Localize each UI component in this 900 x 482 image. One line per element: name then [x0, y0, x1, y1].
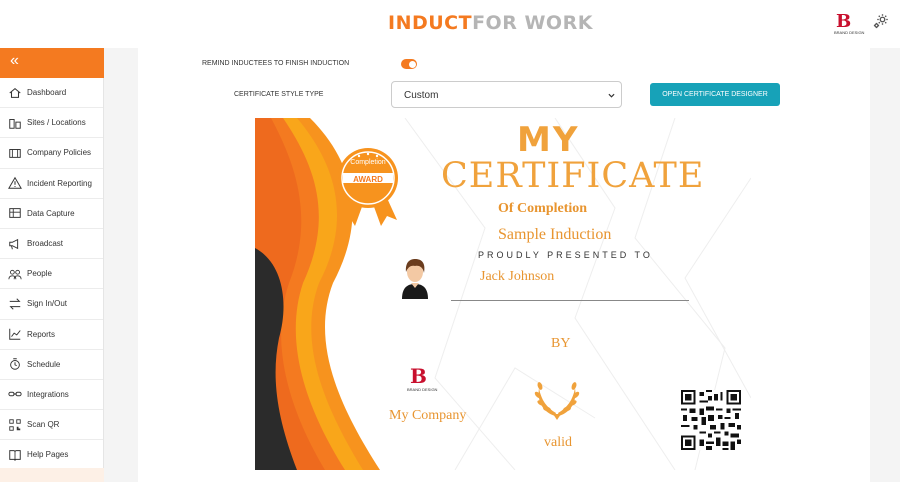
sidebar-item-label: People — [27, 269, 52, 279]
sidebar-item-help-pages[interactable]: Help Pages — [0, 440, 103, 471]
sidebar-item-incident-reporting[interactable]: Incident Reporting — [0, 169, 103, 199]
integrations-icon — [8, 392, 22, 397]
main-content: REMIND INDUCTEES TO FINISH INDUCTION CER… — [138, 48, 870, 482]
remind-inductees-toggle[interactable] — [401, 59, 417, 69]
sidebar-item-label: Dashboard — [27, 88, 67, 98]
certificate-preview: Completion AWARD MY CERTIFICATE Of Compl… — [255, 118, 751, 470]
sites-icon — [9, 118, 21, 129]
sidebar-item-label: Schedule — [27, 359, 61, 369]
data-capture-icon — [9, 208, 21, 219]
sidebar-item-people[interactable]: People — [0, 259, 103, 290]
badge-award-text: AWARD — [353, 175, 383, 184]
sidebar-item-broadcast[interactable]: Broadcast — [0, 229, 103, 260]
people-icon — [8, 269, 22, 279]
logo-part-for-work: FOR WORK — [472, 12, 593, 34]
right-gutter — [870, 48, 900, 482]
policies-icon — [9, 148, 21, 158]
certificate-style-select[interactable]: Custom — [391, 81, 622, 108]
app-logo[interactable]: INDUCTFOR WORK — [388, 12, 593, 34]
sidebar-item-label: Broadcast — [27, 239, 64, 249]
brand-logo[interactable]: B BRAND DESIGN — [834, 11, 864, 36]
sidebar-item-sites-locations[interactable]: Sites / Locations — [0, 108, 103, 139]
sidebar-item-sign-in-out[interactable]: Sign In/Out — [0, 289, 103, 320]
sidebar-item-label: Reports — [27, 329, 56, 339]
laurel-wreath-icon — [534, 382, 580, 420]
sidebar-item-label: Incident Reporting — [27, 178, 92, 188]
certificate-style-value: Custom — [404, 90, 439, 101]
sidebar: « Dashboard Sites / Locations Company Po… — [0, 48, 104, 482]
brand-logo-caption: BRAND DESIGN — [834, 30, 865, 35]
recipient-avatar — [402, 259, 428, 299]
megaphone-icon — [9, 238, 19, 249]
book-icon — [9, 449, 21, 461]
sidebar-item-company-policies[interactable]: Company Policies — [0, 138, 103, 169]
logo-part-induct: INDUCT — [388, 12, 473, 34]
signature-line — [451, 300, 689, 301]
brand-logo-letter: B — [836, 11, 852, 32]
company-logo-caption: BRAND DESIGN — [407, 387, 438, 392]
sidebar-item-label: Data Capture — [27, 208, 75, 218]
sidebar-collapse-button[interactable]: « — [0, 48, 104, 78]
sidebar-item-integrations[interactable]: Integrations — [0, 380, 103, 411]
certificate-title-my: MY — [517, 120, 580, 160]
remind-inductees-label: REMIND INDUCTEES TO FINISH INDUCTION — [202, 60, 350, 67]
sidebar-item-label: Integrations — [27, 389, 69, 399]
reports-icon — [9, 328, 21, 340]
certificate-title-main: CERTIFICATE — [441, 156, 705, 196]
qr-code — [681, 390, 741, 450]
sign-in-out-icon — [9, 298, 21, 310]
sidebar-footer — [0, 468, 104, 482]
sidebar-item-label: Company Policies — [27, 148, 92, 158]
gear-icon[interactable] — [872, 12, 890, 30]
top-bar: INDUCTFOR WORK B BRAND DESIGN — [0, 0, 900, 48]
certificate-presented-to: PROUDLY PRESENTED TO — [478, 250, 653, 260]
collapse-chevrons-icon: « — [10, 52, 19, 69]
chevron-down-icon — [608, 93, 615, 98]
open-certificate-designer-button[interactable]: OPEN CERTIFICATE DESIGNER — [650, 83, 780, 106]
certificate-style-label: CERTIFICATE STYLE TYPE — [234, 91, 324, 98]
sidebar-item-label: Scan QR — [27, 420, 60, 430]
home-icon — [9, 87, 21, 98]
sidebar-item-dashboard[interactable]: Dashboard — [0, 78, 103, 109]
sidebar-item-schedule[interactable]: Schedule — [0, 350, 103, 380]
certificate-subtitle: Of Completion — [498, 201, 588, 216]
sidebar-item-data-capture[interactable]: Data Capture — [0, 199, 103, 229]
sidebar-item-label: Sites / Locations — [27, 118, 86, 128]
certificate-valid-text: valid — [544, 435, 572, 450]
sidebar-item-scan-qr[interactable]: Scan QR — [0, 410, 103, 441]
sidebar-item-label: Help Pages — [27, 450, 69, 460]
company-logo: B BRAND DESIGN — [407, 364, 437, 394]
schedule-icon — [10, 358, 20, 371]
certificate-company-name: My Company — [389, 408, 467, 423]
certificate-recipient-name: Jack Johnson — [480, 269, 555, 284]
sidebar-item-label: Sign In/Out — [27, 299, 68, 309]
qr-icon — [9, 418, 21, 431]
sidebar-item-reports[interactable]: Reports — [0, 320, 103, 350]
badge-completion-text: Completion — [350, 159, 386, 166]
company-logo-letter: B — [410, 364, 427, 388]
certificate-induction-name: Sample Induction — [498, 226, 612, 243]
warning-icon — [8, 176, 22, 189]
completion-award-badge: Completion AWARD — [335, 146, 401, 228]
certificate-by-label: BY — [551, 336, 571, 351]
